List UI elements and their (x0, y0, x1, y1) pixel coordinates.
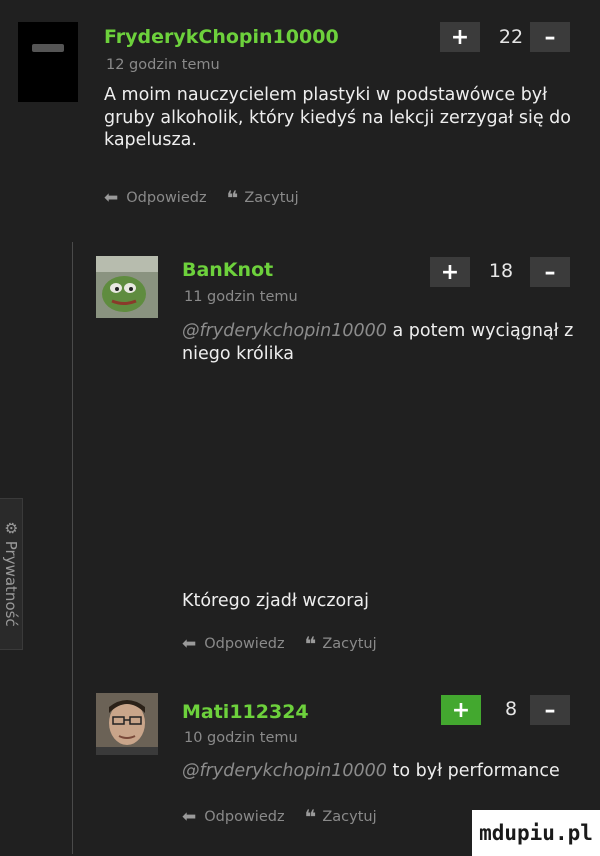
comment-actions: ⬅ Odpowiedz ❝ Zacytuj (104, 186, 299, 210)
reply-link[interactable]: Odpowiedz (204, 809, 284, 825)
avatar[interactable] (96, 256, 158, 318)
comment-text-second: Którego zjadł wczoraj (182, 591, 370, 611)
reply-icon[interactable]: ⬅ (104, 188, 118, 208)
reply-icon[interactable]: ⬅ (182, 807, 196, 827)
mention-link[interactable]: @fryderykchopin10000 (182, 321, 387, 341)
quote-icon[interactable]: ❝ (305, 632, 317, 656)
privacy-tab[interactable]: ⚙ Prywatność (0, 498, 23, 650)
downvote-button[interactable]: – (530, 22, 570, 52)
timestamp: 10 godzin temu (184, 730, 298, 746)
gear-icon: ⚙ (2, 521, 20, 535)
avatar-logo-icon (32, 44, 64, 52)
person-face-icon (96, 693, 158, 755)
username[interactable]: FryderykChopin10000 (104, 26, 339, 48)
comment-actions: ⬅ Odpowiedz ❝ Zacytuj (182, 805, 377, 829)
pepe-frog-icon (96, 256, 158, 318)
downvote-button[interactable]: – (530, 695, 570, 725)
quote-link[interactable]: Zacytuj (322, 636, 376, 652)
downvote-button[interactable]: – (530, 257, 570, 287)
timestamp: 12 godzin temu (106, 57, 220, 73)
comment-actions: ⬅ Odpowiedz ❝ Zacytuj (182, 632, 377, 656)
quote-link[interactable]: Zacytuj (244, 190, 298, 206)
timestamp: 11 godzin temu (184, 289, 298, 305)
upvote-button[interactable]: + (440, 22, 480, 52)
quote-icon[interactable]: ❝ (305, 805, 317, 829)
quote-link[interactable]: Zacytuj (322, 809, 376, 825)
reply-link[interactable]: Odpowiedz (204, 636, 284, 652)
reply-thread-line (72, 242, 73, 854)
avatar[interactable] (18, 22, 78, 102)
avatar[interactable] (96, 693, 158, 755)
vote-count: 8 (504, 698, 518, 720)
vote-count: 18 (488, 260, 514, 282)
vote-count: 22 (498, 26, 524, 48)
quote-icon[interactable]: ❝ (227, 186, 239, 210)
username[interactable]: BanKnot (182, 259, 273, 281)
reply-icon[interactable]: ⬅ (182, 634, 196, 654)
comment-text: @fryderykchopin10000 a potem wyciągnął z… (182, 320, 582, 365)
privacy-label: Prywatność (2, 540, 20, 627)
username[interactable]: Mati112324 (182, 701, 309, 723)
comment-text: @fryderykchopin10000 to był performance (182, 760, 582, 783)
watermark-logo: mdupiu.pl (472, 810, 600, 856)
upvote-button[interactable]: + (430, 257, 470, 287)
upvote-button[interactable]: + (441, 695, 481, 725)
comment-text-main: to był performance (386, 761, 560, 781)
reply-link[interactable]: Odpowiedz (126, 190, 206, 206)
comment-text: A moim nauczycielem plastyki w podstawów… (104, 85, 571, 150)
mention-link[interactable]: @fryderykchopin10000 (182, 761, 387, 781)
